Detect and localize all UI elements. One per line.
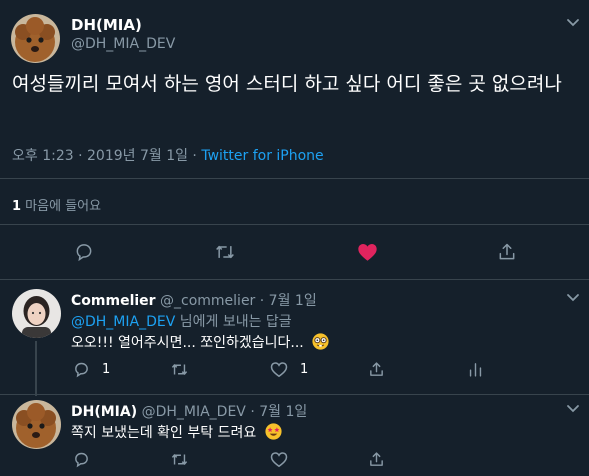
share-icon (370, 362, 383, 376)
retweet-button[interactable] (170, 361, 189, 378)
likes-count: 1 (12, 199, 22, 214)
poodle-avatar-icon (11, 14, 60, 63)
like-count: 1 (300, 362, 309, 377)
reply-author-handle[interactable]: @_commelier (160, 293, 255, 309)
analytics-button[interactable] (467, 361, 484, 378)
reply-text: 오오!!! 열어주시면... 쪼인하겠습니다... (71, 332, 329, 352)
reply-icon (75, 452, 88, 468)
heart-icon (270, 452, 288, 468)
analytics-icon (469, 363, 482, 377)
share-icon (499, 243, 515, 260)
divider (0, 224, 589, 225)
tweet-source[interactable]: Twitter for iPhone (201, 148, 323, 164)
person-avatar-icon (12, 289, 61, 338)
like-button[interactable] (270, 451, 288, 468)
reply-button[interactable] (73, 451, 90, 468)
star-struck-emoji-icon (265, 423, 282, 440)
reply-text-content: 쪽지 보냈는데 확인 부탁 드려요 (71, 425, 257, 441)
tweet-timestamp: 오후 1:23 · 2019년 7월 1일 · Twitter for iPho… (12, 145, 324, 165)
like-button[interactable]: 1 (270, 361, 308, 378)
divider (0, 394, 589, 395)
divider (0, 178, 589, 179)
heart-icon (270, 362, 288, 378)
reply-icon (75, 362, 88, 378)
author-handle[interactable]: @DH_MIA_DEV (71, 36, 175, 52)
poodle-avatar-icon (12, 400, 61, 449)
thread-line (35, 341, 37, 396)
retweet-button[interactable] (214, 242, 236, 262)
share-icon (370, 452, 383, 466)
replying-to-label: 님에게 보내는 답글 (175, 314, 292, 330)
reply-header: Commelier @_commelier · 7월 1일 (71, 290, 317, 310)
reply-date[interactable]: · 7월 1일 (250, 404, 307, 420)
retweet-button[interactable] (170, 451, 189, 468)
nerd-face-emoji-icon (312, 333, 329, 350)
reply-icon (76, 244, 92, 262)
likes-label: 마음에 들어요 (21, 199, 102, 214)
reply-author-name[interactable]: Commelier (71, 293, 156, 309)
divider (0, 279, 589, 280)
reply-author-avatar[interactable] (12, 400, 61, 449)
like-button[interactable] (357, 242, 378, 262)
chevron-down-icon[interactable] (566, 18, 580, 28)
share-button[interactable] (497, 242, 517, 262)
reply-author-handle[interactable]: @DH_MIA_DEV (142, 404, 246, 420)
tweet-text: 여성들끼리 모여서 하는 영어 스터디 하고 싶다 어디 좋은 곳 없으려나 (12, 73, 562, 95)
reply-text-content: 오오!!! 열어주시면... 쪼인하겠습니다... (71, 335, 304, 351)
likes-summary[interactable]: 1 마음에 들어요 (12, 195, 101, 214)
retweet-icon (216, 245, 234, 259)
retweet-icon (171, 454, 188, 465)
reply-author-avatar[interactable] (12, 289, 61, 338)
reply-header: DH(MIA) @DH_MIA_DEV · 7월 1일 (71, 401, 307, 421)
share-button[interactable] (368, 451, 385, 468)
reply-button[interactable] (74, 242, 94, 262)
reply-author-name[interactable]: DH(MIA) (71, 404, 137, 420)
tweet-time[interactable]: 오후 1:23 · 2019년 7월 1일 · (12, 148, 201, 164)
share-button[interactable] (368, 361, 385, 378)
author-avatar[interactable] (11, 14, 60, 63)
heart-filled-icon (358, 243, 377, 261)
reply-count: 1 (102, 362, 111, 377)
chevron-down-icon[interactable] (566, 404, 580, 414)
replying-to-handle[interactable]: @DH_MIA_DEV (71, 314, 175, 330)
reply-button[interactable]: 1 (73, 361, 110, 378)
reply-text: 쪽지 보냈는데 확인 부탁 드려요 (71, 422, 282, 442)
chevron-down-icon[interactable] (566, 293, 580, 303)
author-name[interactable]: DH(MIA) (71, 16, 142, 34)
reply-date[interactable]: · 7월 1일 (260, 293, 317, 309)
replying-to: @DH_MIA_DEV 님에게 보내는 답글 (71, 311, 292, 331)
retweet-icon (171, 364, 188, 375)
